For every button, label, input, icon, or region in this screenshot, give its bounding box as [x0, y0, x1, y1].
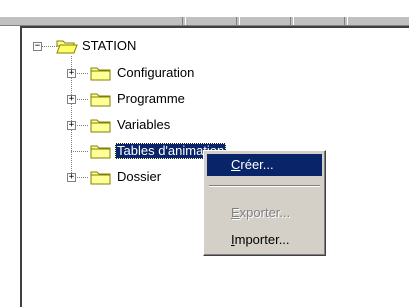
menu-item-creer[interactable]: Créer...: [207, 154, 322, 176]
expand-icon[interactable]: +: [67, 69, 76, 78]
header-separator[interactable]: [182, 17, 186, 25]
header-separator[interactable]: [290, 17, 294, 25]
tree-node-variables[interactable]: + Variables: [22, 116, 242, 134]
menu-item-label: réer...: [240, 157, 274, 172]
header-strip: [0, 16, 409, 26]
tree-node-label: Programme: [117, 91, 185, 106]
header-separator[interactable]: [344, 17, 348, 25]
mnemonic: C: [231, 157, 241, 172]
folder-icon: [90, 93, 111, 107]
folder-icon: [90, 145, 111, 159]
open-folder-icon: [56, 40, 78, 54]
context-menu: Créer... Exporter... Importer...: [203, 150, 326, 256]
menu-item-importer[interactable]: Importer...: [207, 229, 322, 251]
tree-node-configuration[interactable]: + Configuration: [22, 64, 242, 82]
tree-node-label: Configuration: [117, 65, 195, 80]
top-area: [0, 0, 409, 16]
header-separator[interactable]: [236, 17, 240, 25]
tree-node-label: Variables: [117, 117, 171, 132]
folder-icon: [90, 119, 111, 133]
menu-item-label: mporter...: [234, 232, 290, 247]
expand-icon[interactable]: +: [67, 95, 76, 104]
menu-item-exporter[interactable]: Exporter...: [207, 202, 322, 224]
folder-icon: [90, 171, 111, 185]
collapse-icon[interactable]: −: [33, 42, 42, 51]
expand-icon[interactable]: +: [67, 173, 76, 182]
menu-item-label: xporter...: [239, 205, 291, 220]
tree-node-label: Dossier: [117, 169, 162, 184]
expand-icon[interactable]: +: [67, 121, 76, 130]
menu-separator: [209, 185, 320, 187]
mnemonic: E: [231, 205, 240, 220]
folder-icon: [90, 67, 111, 81]
tree-node-label: STATION: [82, 38, 137, 53]
tree-node-station[interactable]: − STATION: [22, 37, 222, 55]
tree-node-programme[interactable]: + Programme: [22, 90, 242, 108]
